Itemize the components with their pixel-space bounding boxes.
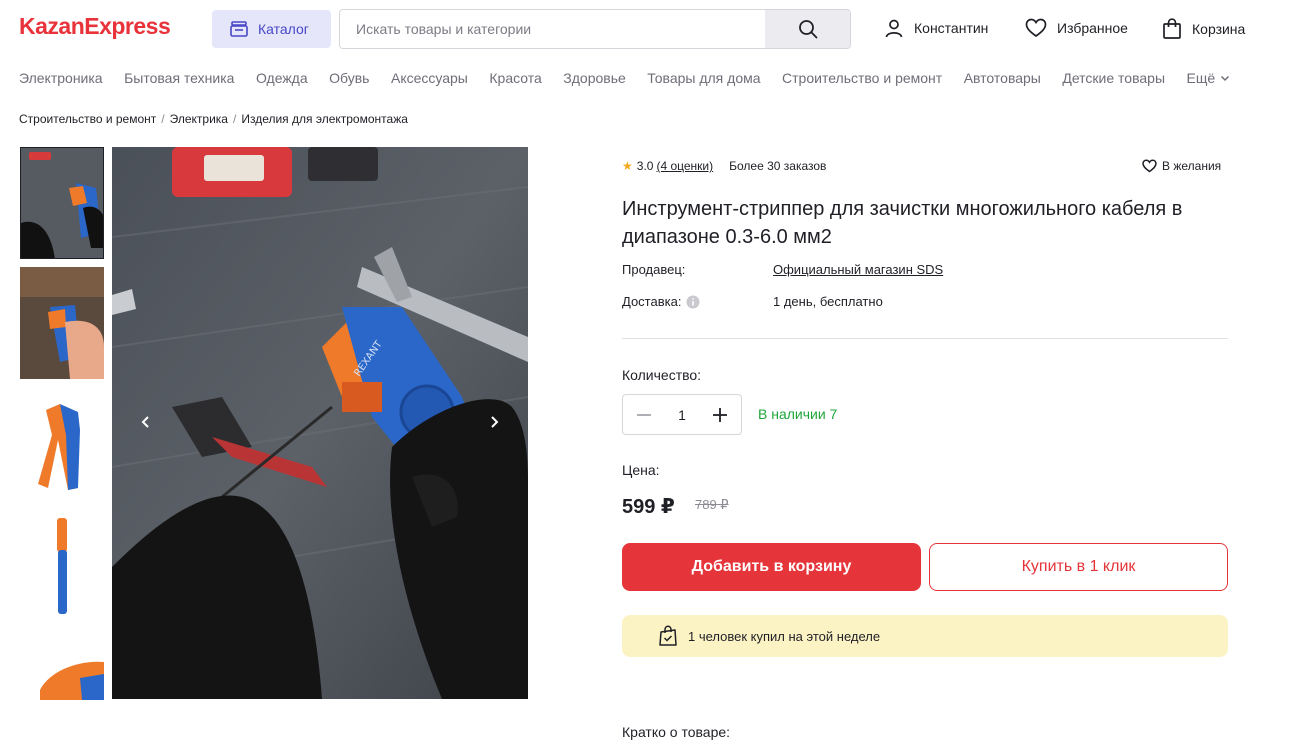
thumbnail-image: [20, 267, 104, 379]
search-button[interactable]: [765, 10, 850, 48]
nav-item[interactable]: Детские товары: [1062, 70, 1165, 86]
rating-row: ★ 3.0 (4 оценки) Более 30 заказов: [622, 159, 826, 173]
wishlist-button[interactable]: В желания: [1142, 159, 1221, 173]
search-input[interactable]: [340, 10, 765, 48]
nav-item[interactable]: Товары для дома: [647, 70, 760, 86]
thumbnail-image: [20, 390, 104, 502]
add-to-cart-button[interactable]: Добавить в корзину: [622, 543, 921, 591]
breadcrumb-item[interactable]: Строительство и ремонт: [19, 112, 156, 126]
nav-item[interactable]: Здоровье: [563, 70, 626, 86]
quantity-stepper: 1: [622, 394, 742, 435]
chevron-left-icon: [141, 416, 149, 428]
rating-value: 3.0: [636, 159, 654, 173]
wishlist-label: В желания: [1162, 159, 1222, 173]
gallery-prev-button[interactable]: [134, 410, 158, 434]
info-icon[interactable]: [686, 295, 700, 309]
favorites-label: Избранное: [1057, 20, 1128, 36]
chevron-down-icon: [1221, 75, 1230, 82]
nav-item[interactable]: Красота: [489, 70, 541, 86]
purchases-notice: 1 человек купил на этой неделе: [622, 615, 1228, 657]
shopping-bag-icon: [1163, 18, 1181, 39]
nav-item[interactable]: Бытовая техника: [124, 70, 234, 86]
heart-icon: [1025, 18, 1047, 38]
thumbnail-image: [21, 148, 103, 258]
gallery-thumbnail[interactable]: [20, 630, 104, 700]
nav-item[interactable]: Электроника: [19, 70, 103, 86]
catalog-button[interactable]: Каталог: [212, 10, 331, 48]
thumbnail-image: [20, 510, 104, 622]
category-nav: Электроника Бытовая техника Одежда Обувь…: [19, 70, 1253, 86]
breadcrumb-item[interactable]: Электрика: [170, 112, 228, 126]
user-icon: [885, 19, 903, 38]
shopping-bag-check-icon: [659, 625, 677, 646]
product-main-image[interactable]: REXANT: [112, 147, 528, 699]
product-photo: REXANT: [112, 147, 528, 699]
buy-one-click-button[interactable]: Купить в 1 клик: [929, 543, 1228, 591]
orders-count: Более 30 заказов: [729, 159, 827, 173]
cart-label: Корзина: [1192, 21, 1246, 37]
seller-row: Продавец: Официальный магазин SDS: [622, 262, 943, 277]
search-icon: [798, 20, 817, 39]
nav-more[interactable]: Ещё: [1187, 70, 1232, 86]
nav-more-label: Ещё: [1186, 70, 1216, 86]
minus-icon: [637, 413, 651, 416]
delivery-label-wrap: Доставка:: [622, 294, 773, 309]
gallery-next-button[interactable]: [482, 410, 506, 434]
delivery-value: 1 день, бесплатно: [773, 294, 883, 309]
delivery-row: Доставка: 1 день, бесплатно: [622, 294, 883, 309]
nav-item[interactable]: Одежда: [256, 70, 308, 86]
nav-item[interactable]: Аксессуары: [391, 70, 468, 86]
delivery-label: Доставка:: [622, 294, 682, 309]
breadcrumb-item[interactable]: Изделия для электромонтажа: [241, 112, 408, 126]
breadcrumb: Строительство и ремонт / Электрика / Изд…: [19, 112, 408, 126]
old-price: 789 ₽: [695, 497, 729, 512]
product-title: Инструмент-стриппер для зачистки многожи…: [622, 198, 1183, 248]
gallery-thumbnail[interactable]: [20, 390, 104, 502]
breadcrumb-separator: /: [161, 112, 165, 126]
short-description-heading: Кратко о товаре:: [622, 724, 731, 740]
star-icon: ★: [622, 159, 633, 173]
gallery-thumbnail[interactable]: [20, 267, 104, 379]
seller-label: Продавец:: [622, 262, 686, 277]
increment-button[interactable]: [709, 404, 731, 426]
chevron-right-icon: [491, 416, 499, 428]
current-price: 599 ₽: [622, 496, 675, 518]
breadcrumb-separator: /: [232, 112, 237, 126]
plus-icon: [712, 407, 727, 422]
gallery-thumbnail[interactable]: [20, 147, 104, 259]
catalog-label: Каталог: [258, 21, 309, 37]
catalog-icon: [230, 21, 248, 37]
purchases-notice-text: 1 человек купил на этой неделе: [688, 628, 881, 644]
user-link[interactable]: Константин: [884, 18, 988, 38]
quantity-label: Количество:: [622, 367, 702, 383]
seller-link[interactable]: Официальный магазин SDS: [773, 262, 943, 277]
nav-item[interactable]: Строительство и ремонт: [782, 70, 942, 86]
decrement-button[interactable]: [633, 404, 655, 426]
favorites-link[interactable]: Избранное: [1025, 18, 1128, 38]
nav-item[interactable]: Автотовары: [964, 70, 1041, 86]
heart-icon: [1142, 159, 1157, 173]
reviews-link[interactable]: (4 оценки): [656, 159, 713, 173]
site-logo[interactable]: KazanExpress: [19, 13, 171, 40]
nav-item[interactable]: Обувь: [329, 70, 369, 86]
divider: [622, 338, 1228, 339]
thumbnail-image: [20, 630, 104, 700]
price-label: Цена:: [622, 462, 660, 478]
user-name: Константин: [914, 20, 989, 36]
cart-link[interactable]: Корзина: [1162, 18, 1245, 40]
gallery-thumbnail[interactable]: [20, 510, 104, 622]
stock-status: В наличии 7: [758, 406, 838, 422]
search-bar: [339, 9, 851, 49]
quantity-value[interactable]: 1: [678, 407, 686, 423]
